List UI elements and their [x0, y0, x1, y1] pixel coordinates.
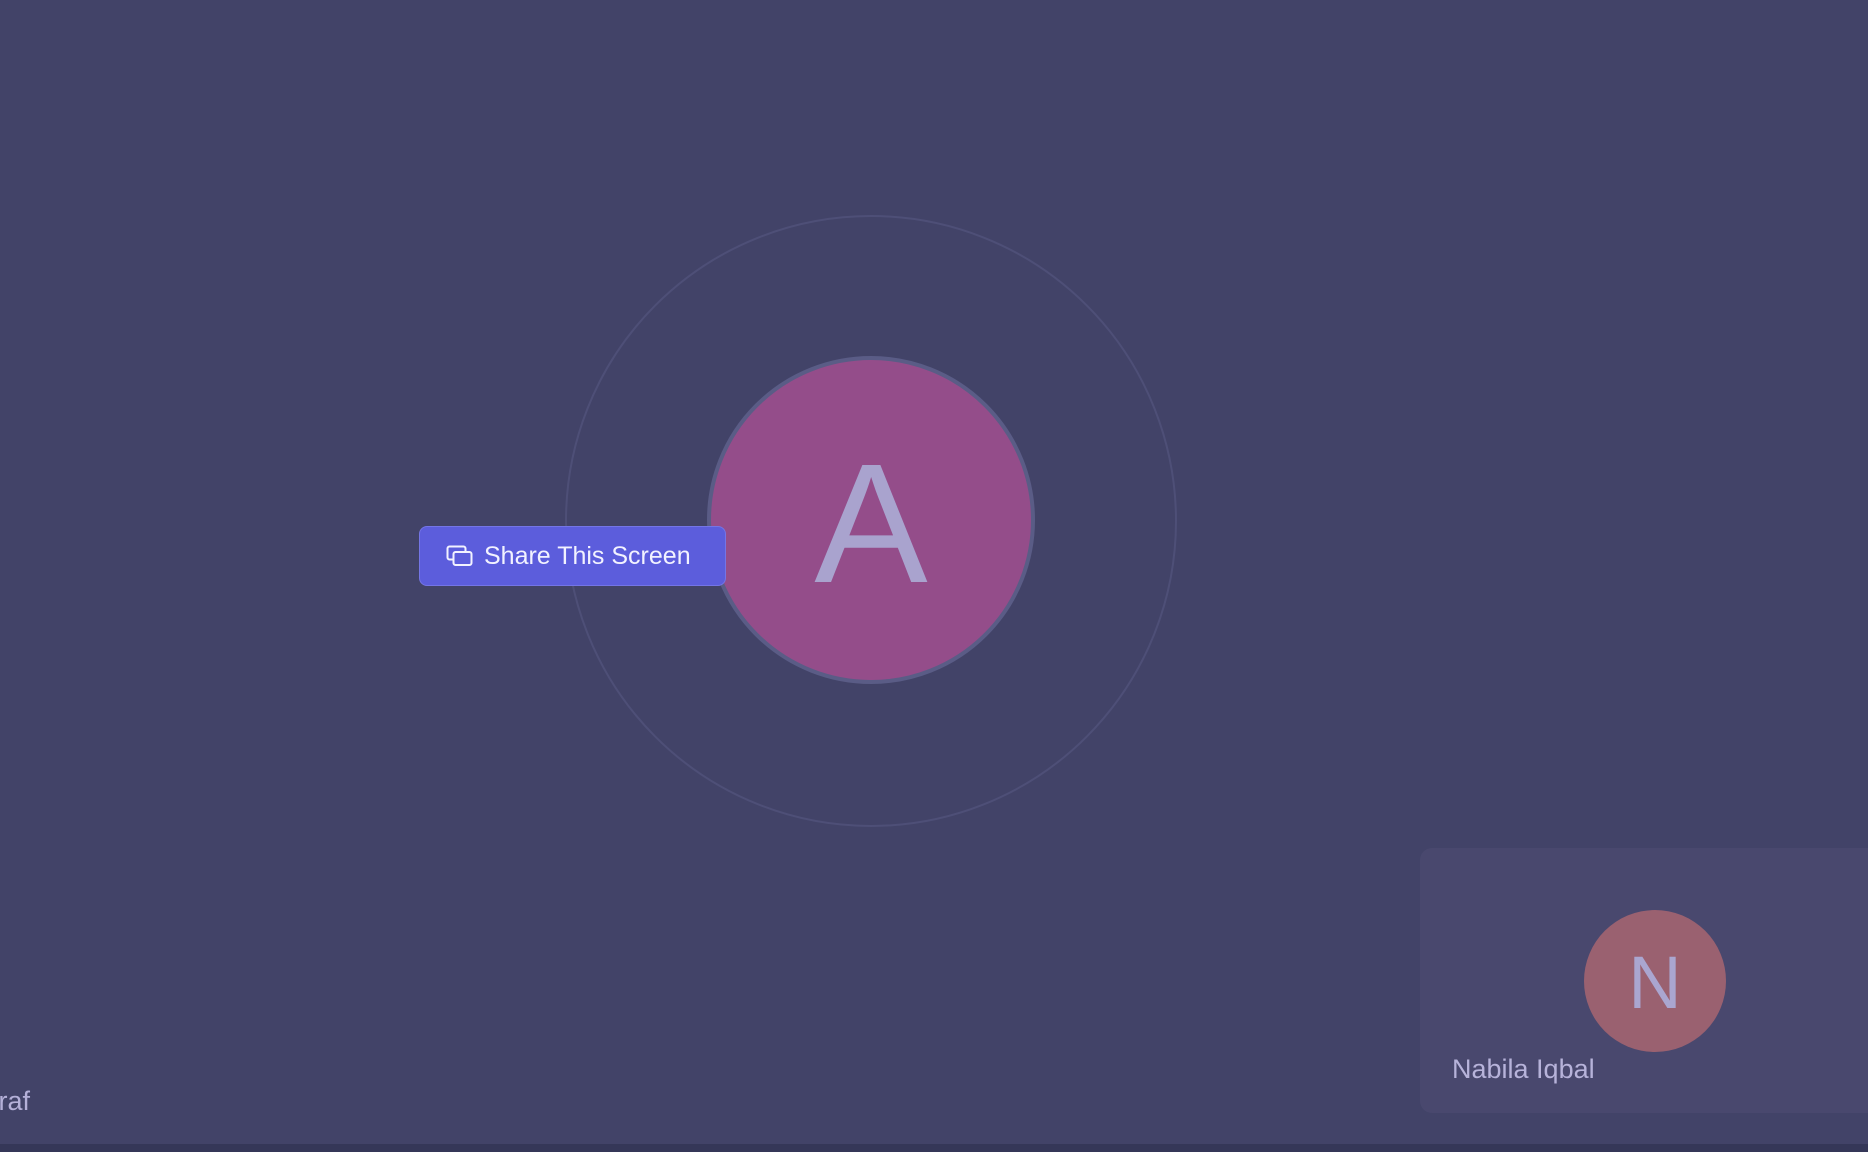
main-speaker-initial: A	[814, 429, 928, 619]
screen-share-icon	[446, 543, 474, 569]
main-speaker-avatar: A	[707, 356, 1035, 684]
participant-avatar: N	[1584, 910, 1726, 1052]
bottom-edge-bar	[0, 1144, 1868, 1152]
share-this-screen-button[interactable]: Share This Screen	[419, 526, 726, 586]
participant-name: Nabila Iqbal	[1452, 1054, 1595, 1084]
main-speaker-name: Ashraf	[0, 1086, 31, 1116]
participant-initial: N	[1628, 941, 1682, 1024]
share-button-label: Share This Screen	[484, 541, 691, 570]
participant-tile[interactable]: N Nabila Iqbal	[1420, 848, 1868, 1113]
meeting-stage: A Share This Screen Ashraf N Nabila Iqba…	[0, 0, 1868, 1152]
